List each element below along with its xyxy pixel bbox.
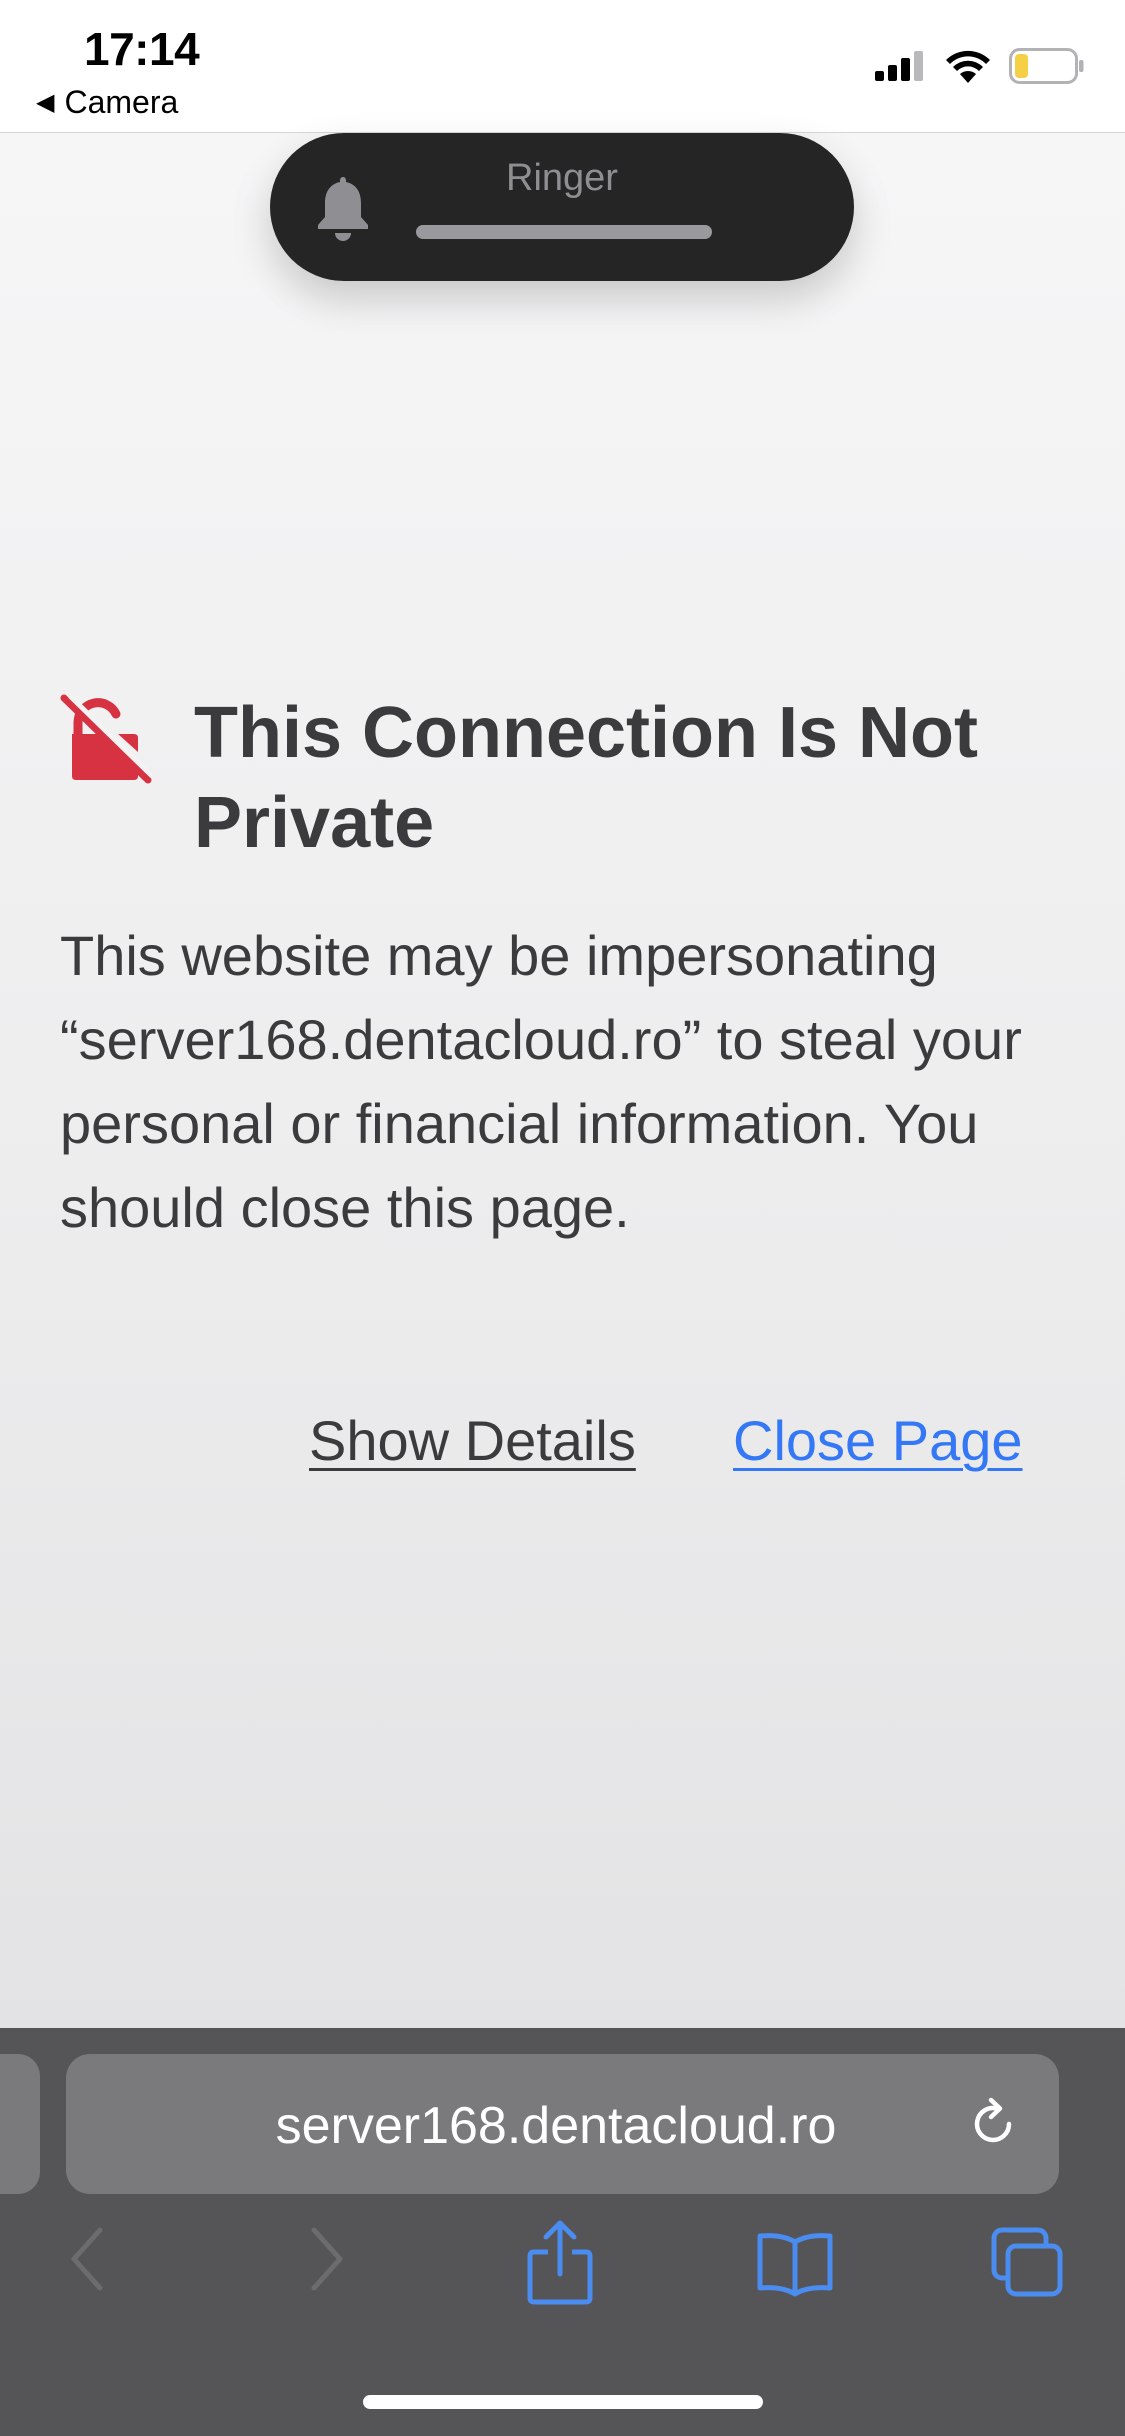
status-time: 17:14 [84,23,200,75]
ringer-volume-bar [416,225,712,239]
book-icon[interactable] [752,2228,838,2298]
previous-tab-preview[interactable] [0,2054,40,2194]
chevron-right-icon[interactable] [302,2224,352,2294]
cellular-signal-icon [875,51,923,81]
back-triangle-icon: ◀ [36,89,55,116]
back-to-app-button[interactable]: ◀ Camera [36,84,178,121]
lock-slash-icon [60,694,152,784]
reload-icon[interactable] [965,2096,1021,2152]
wifi-icon [946,50,990,83]
chevron-left-icon[interactable] [62,2224,112,2294]
show-details-link[interactable]: Show Details [309,1408,636,1473]
ringer-label: Ringer [506,157,618,199]
status-bar: 17:14 ◀ Camera [0,0,1125,133]
battery-icon [1009,48,1084,84]
back-app-label: Camera [64,84,179,120]
close-page-link[interactable]: Close Page [733,1408,1023,1473]
page-title: This Connection Is Not Private [194,693,978,863]
share-icon[interactable] [524,2218,596,2306]
battery-level [1015,54,1028,78]
tabs-icon[interactable] [988,2224,1068,2300]
address-bar[interactable]: server168.dentacloud.ro [66,2054,1059,2194]
warning-message: This website may be impersonating “serve… [60,924,1022,1239]
home-indicator[interactable] [363,2395,763,2409]
status-icons [875,48,1085,84]
ringer-hud: Ringer [270,133,854,281]
address-url: server168.dentacloud.ro [275,2097,837,2155]
